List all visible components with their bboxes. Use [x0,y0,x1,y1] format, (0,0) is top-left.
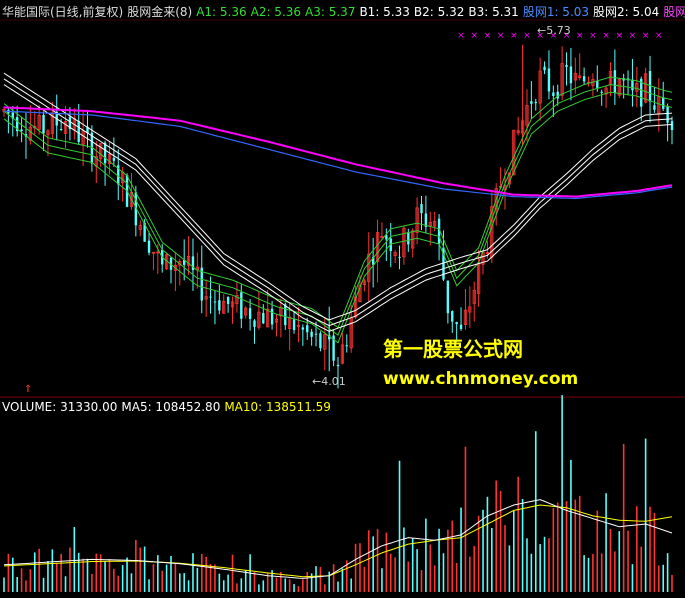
signal-x-marker: × [484,31,492,41]
price-panel-header: 华能国际(日线,前复权) 股网金来(8) A1: 5.36 A2: 5.36 A3: 5… [2,3,685,20]
candle-body-down [662,97,665,109]
candle-body-down [310,331,313,337]
candle-body-down [420,204,423,214]
candle-body-down [200,267,203,301]
candle-layer [2,44,674,389]
low-price-annotation: ←4.01 [312,375,346,388]
candle-body-down [248,308,252,319]
candle-body-down [147,240,151,253]
signal-x-marker: × [602,31,610,41]
candle-body-down [112,157,116,161]
candle-body-down [600,91,603,93]
candle-body-down [42,114,45,134]
volume-ma10-line [3,504,673,578]
signal-x-marker: × [523,31,531,41]
volume-ma5-line [3,499,673,579]
candle-body-down [270,308,274,325]
stock-chart: × × × × × × × × × × × × × × × ×⇑ [0,19,685,592]
a1-value: A1: 5.36 [196,5,247,19]
candle-body-down [446,280,450,314]
green-band-line [3,84,673,336]
signal-x-marker: × [589,31,597,41]
candle-body-down [209,296,212,298]
candle-body-down [670,121,674,131]
a3-value: A3: 5.37 [305,5,356,19]
candle-body-down [407,232,410,245]
ma10-value: MA10: 138511.59 [224,400,331,414]
candle-body-down [240,292,243,319]
green-band-line [3,76,673,329]
candle-body-down [226,296,230,304]
low-price-label: 4.01 [321,375,346,388]
signal-x-marker: × [655,31,663,41]
gw1-value: 股网1: 5.03 [522,5,590,19]
candle-body-down [613,70,617,93]
candle-body-down [543,66,546,71]
candle-body-down [103,142,107,164]
buy-signal-marker: ⇑ [24,384,32,395]
candle-body-down [666,106,669,123]
candle-body-down [534,101,537,104]
candle-body-down [262,313,265,324]
white-band-line [3,78,673,327]
candle-body-down [336,364,340,367]
a2-value: A2: 5.36 [250,5,302,19]
candle-body-down [253,320,256,327]
candle-body-down [292,319,296,331]
instrument-title[interactable]: 华能国际(日线,前复权) [2,5,123,19]
signal-x-marker: × [642,31,650,41]
volume-value: VOLUME: 31330.00 [2,400,118,414]
b2-value: B2: 5.32 [413,5,465,19]
signal-x-marker: × [576,31,584,41]
candle-body-down [653,105,656,110]
signal-x-marker: × [497,31,505,41]
candle-body-down [631,79,634,91]
candle-body-down [455,322,458,325]
signal-x-marker: × [457,31,465,41]
ma5-value: MA5: 108452.80 [121,400,221,414]
candle-body-down [314,333,318,335]
watermark-title: 第一股票公式网 [383,337,523,361]
candle-body-down [213,301,217,303]
high-price-annotation: ←5.73 [537,24,571,37]
signal-x-marker: × [615,31,623,41]
signal-x-marker: × [510,31,518,41]
candle-body-down [59,129,63,131]
candle-body-down [398,256,401,258]
band-layer [3,72,673,344]
candle-body-down [582,76,586,82]
gw3-value: 股网3: [663,5,685,19]
candle-body-down [569,66,573,84]
gw2-value: 股网2: 5.04 [593,5,660,19]
watermark-url: www.chnmoney.com [383,369,579,389]
candle-body-down [20,129,23,132]
high-price-label: 5.73 [546,24,571,37]
green-band-line [3,91,673,344]
candle-body-down [459,324,463,329]
candle-body-down [319,333,322,349]
candle-body-down [284,304,287,326]
b3-value: B3: 5.31 [468,5,519,19]
candle-body-down [552,92,555,97]
volume-panel-header: VOLUME: 31330.00 MA5: 108452.80 MA10: 1385… [2,400,335,414]
candle-body-down [218,300,221,311]
indicator-name[interactable]: 股网金来(8) [127,5,192,19]
candle-body-down [77,120,80,142]
candle-body-down [306,325,309,333]
signal-x-marker: × [629,31,637,41]
candle-body-down [345,345,348,347]
white-band-line [3,84,673,332]
volume-layer [3,395,673,592]
signal-x-marker: × [470,31,478,41]
candle-body-down [565,65,568,68]
candle-body-down [547,68,551,92]
candle-body-down [596,81,599,88]
b1-value: B1: 5.33 [359,5,410,19]
candle-body-down [530,101,533,104]
candle-body-down [301,327,305,330]
candle-body-down [451,311,454,322]
